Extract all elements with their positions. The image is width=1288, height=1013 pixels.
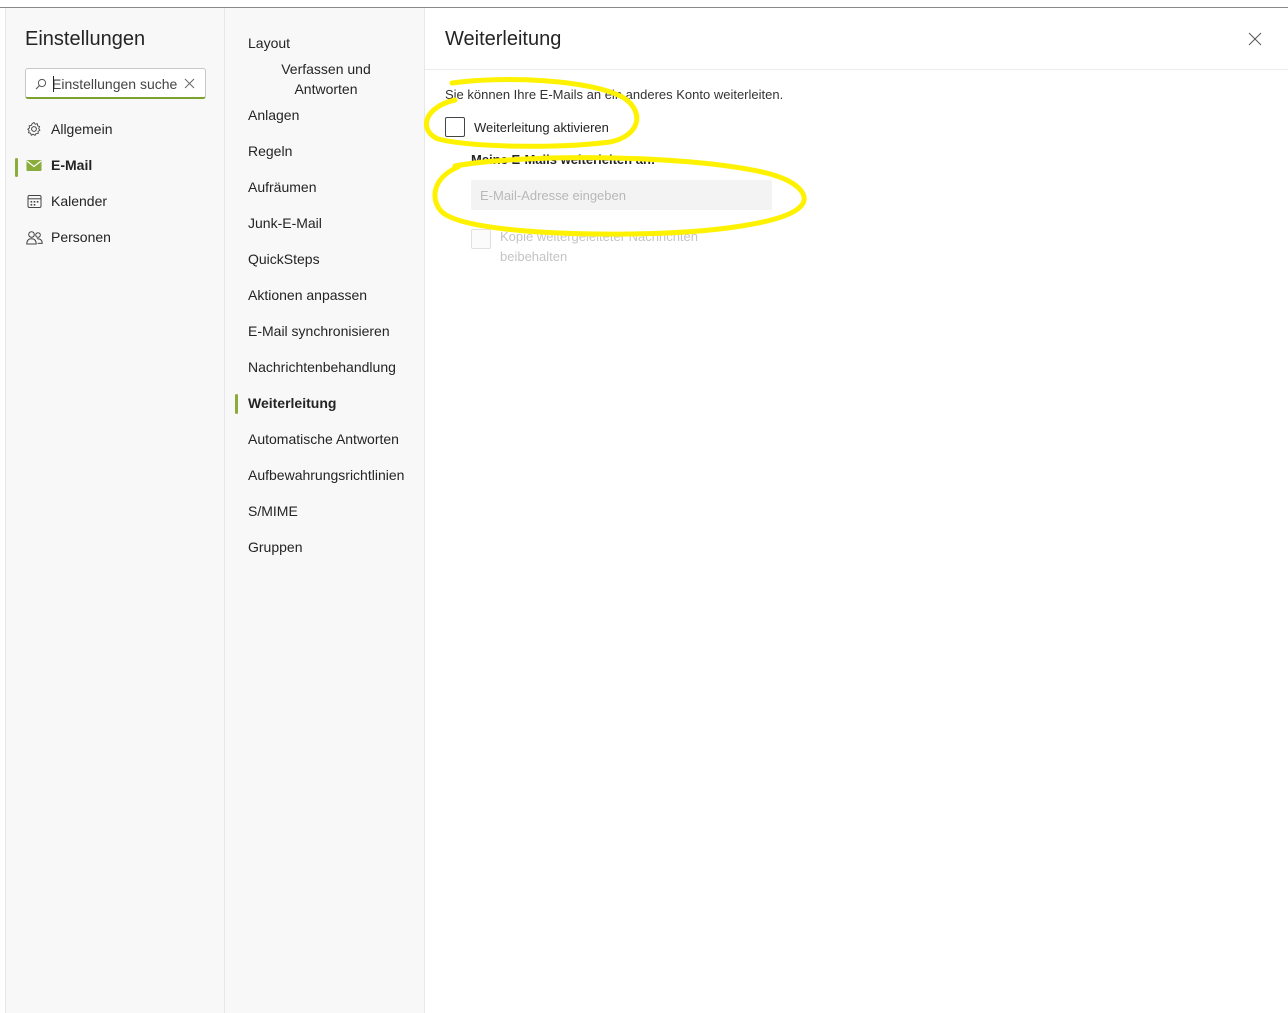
forwarding-description: Sie können Ihre E-Mails an ein anderes K… [445, 87, 784, 102]
settings-item-automatic-replies[interactable]: Automatische Antworten [248, 431, 399, 447]
enable-forwarding-label[interactable]: Weiterleitung aktivieren [474, 120, 609, 135]
category-general[interactable]: Allgemein [25, 115, 220, 143]
settings-item-groups[interactable]: Gruppen [248, 539, 302, 555]
category-label: E-Mail [51, 157, 93, 173]
settings-item-forwarding[interactable]: Weiterleitung [248, 395, 336, 411]
settings-item-junk-mail[interactable]: Junk-E-Mail [248, 215, 322, 231]
forward-to-label: Meine E-Mails weiterleiten an: [471, 152, 656, 167]
settings-item-customize-actions[interactable]: Aktionen anpassen [248, 287, 367, 303]
settings-title: Einstellungen [25, 28, 146, 50]
settings-item-sync-email[interactable]: E-Mail synchronisieren [248, 323, 390, 339]
forwarding-settings-panel: Weiterleitung Sie können Ihre E-Mails an… [425, 8, 1288, 1013]
text-cursor [53, 76, 54, 92]
page-title: Weiterleitung [445, 28, 562, 50]
active-indicator [15, 158, 18, 177]
mail-settings-pane: Layout Verfassen und Antworten Anlagen R… [224, 8, 425, 1013]
active-indicator [235, 394, 238, 414]
category-mail[interactable]: E-Mail [25, 151, 220, 179]
clear-search-icon[interactable] [183, 77, 196, 90]
settings-item-attachments[interactable]: Anlagen [248, 107, 299, 123]
calendar-icon [25, 192, 43, 210]
settings-item-message-handling[interactable]: Nachrichtenbehandlung [248, 359, 396, 375]
settings-search-box[interactable] [25, 68, 206, 99]
search-icon [35, 78, 47, 90]
category-label: Personen [51, 229, 111, 245]
close-icon[interactable] [1248, 32, 1262, 46]
forward-email-input[interactable] [471, 180, 772, 210]
keep-copy-label: Kopie weitergeleiteter Nachrichten beibe… [500, 229, 698, 264]
settings-item-rules[interactable]: Regeln [248, 143, 292, 159]
title-divider [425, 69, 1288, 70]
category-label: Kalender [51, 193, 108, 209]
people-icon [25, 228, 43, 246]
settings-item-sweep[interactable]: Aufräumen [248, 179, 316, 195]
settings-search-input[interactable] [52, 74, 178, 94]
settings-item-quicksteps[interactable]: QuickSteps [248, 251, 320, 267]
settings-item-retention-policies[interactable]: Aufbewahrungsrichtlinien [248, 467, 404, 483]
enable-forwarding-checkbox[interactable] [445, 117, 465, 137]
mail-icon [25, 156, 43, 174]
gear-icon [25, 120, 43, 138]
settings-item-smime[interactable]: S/MIME [248, 503, 298, 519]
settings-category-pane: Einstellungen Allgemein E-Mai [5, 8, 224, 1013]
category-calendar[interactable]: Kalender [25, 187, 220, 215]
keep-copy-checkbox[interactable] [471, 229, 491, 249]
settings-item-compose-reply[interactable]: Verfassen und Antworten [255, 59, 397, 99]
category-label: Allgemein [51, 121, 113, 137]
category-people[interactable]: Personen [25, 223, 220, 251]
settings-item-layout[interactable]: Layout [248, 35, 290, 51]
